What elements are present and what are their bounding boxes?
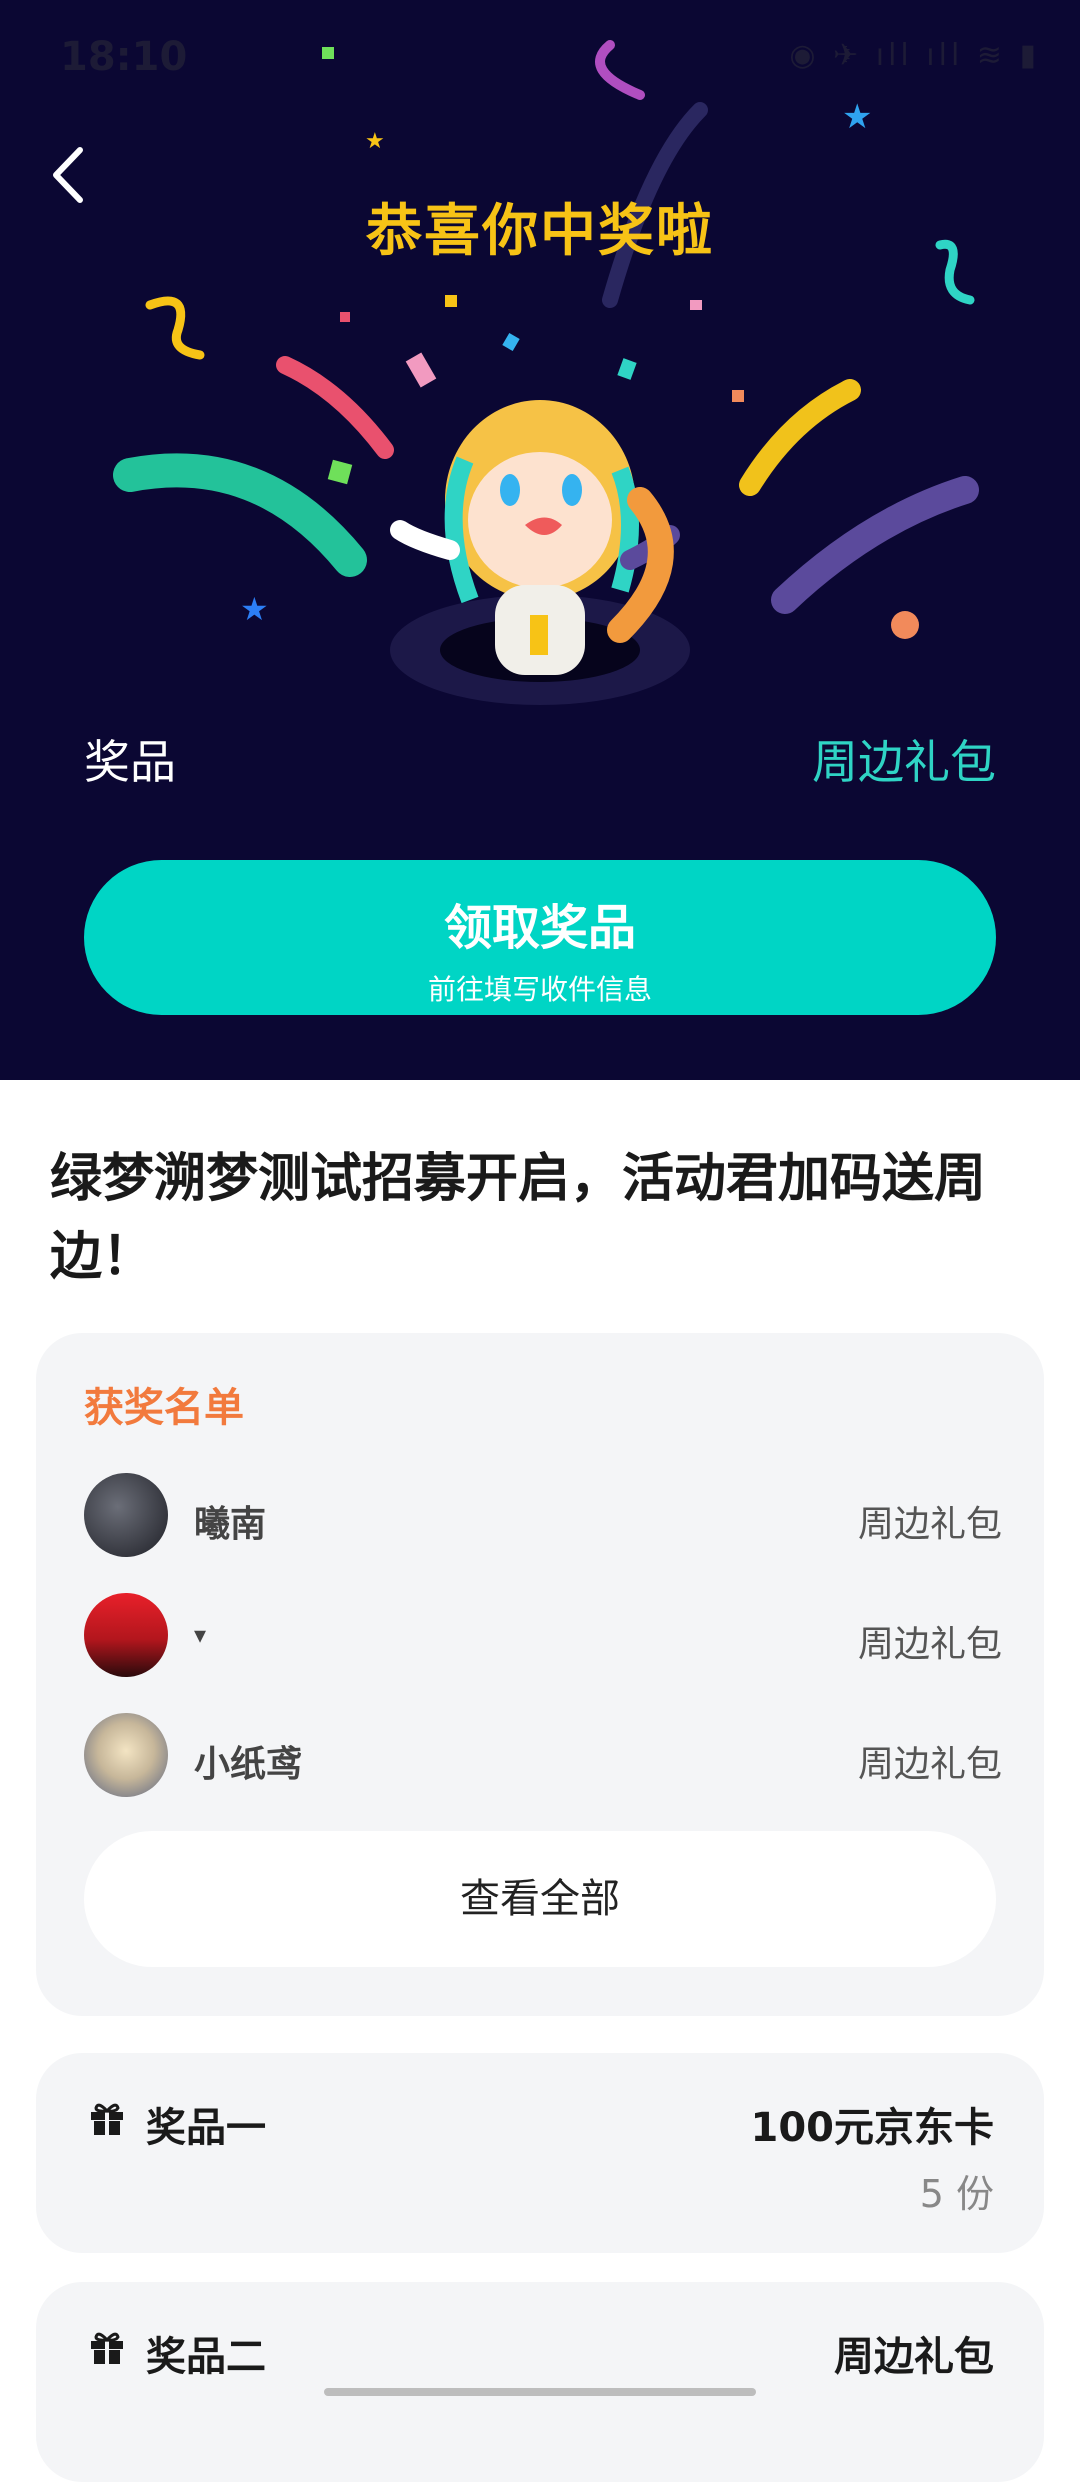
prize-value: 100元京东卡 bbox=[750, 2105, 995, 2151]
winners-card: 获奖名单 曦南 周边礼包 ▾ 周边礼包 小纸鸢 周边礼包 查看全部 bbox=[36, 1333, 1044, 2016]
gift-icon bbox=[91, 2103, 123, 2135]
avatar bbox=[84, 1713, 168, 1797]
prize-count: 5 份 bbox=[919, 2172, 994, 2216]
winner-prize: 周边礼包 bbox=[857, 1744, 1002, 1785]
svg-text:★: ★ bbox=[365, 129, 385, 154]
gift-icon bbox=[91, 2332, 123, 2364]
home-indicator[interactable] bbox=[324, 2388, 756, 2396]
status-bar: 18:10 ◉ ✈ ıll ıll ≋ ▮ bbox=[0, 0, 1080, 110]
hero-banner: ★ ★ ★ 18:10 ◉ ✈ ıll ıll ≋ ▮ 恭喜你中奖啦 奖品 周边… bbox=[0, 0, 1080, 1080]
avatar bbox=[84, 1473, 168, 1557]
prize-value: 周边礼包 bbox=[812, 735, 996, 789]
winner-name: 曦南 bbox=[194, 1504, 267, 1545]
activity-title: 绿梦溯梦测试招募开启，活动君加码送周边！ bbox=[50, 1149, 987, 1287]
winner-row: 小纸鸢 周边礼包 bbox=[84, 1713, 1002, 1799]
winner-name: 小纸鸢 bbox=[194, 1744, 303, 1785]
winner-row: 曦南 周边礼包 bbox=[84, 1473, 1002, 1559]
prize-card: 奖品二 周边礼包 bbox=[36, 2282, 1044, 2482]
claim-button-sublabel: 前往填写收件信息 bbox=[427, 973, 652, 1006]
view-all-button[interactable]: 查看全部 bbox=[84, 1831, 996, 1967]
winner-prize: 周边礼包 bbox=[857, 1504, 1002, 1545]
winners-heading: 获奖名单 bbox=[84, 1385, 244, 1431]
winner-prize: 周边礼包 bbox=[857, 1624, 1002, 1665]
avatar bbox=[84, 1593, 168, 1677]
prize-name: 奖品二 bbox=[146, 2334, 266, 2380]
prize-label: 奖品 bbox=[84, 735, 176, 789]
status-icons: ◉ ✈ ıll ıll ≋ ▮ bbox=[789, 38, 1040, 73]
prize-card: 奖品一 100元京东卡 5 份 bbox=[36, 2053, 1044, 2253]
winner-row: ▾ 周边礼包 bbox=[84, 1593, 1002, 1679]
prize-value: 周边礼包 bbox=[834, 2334, 994, 2380]
page-title: 恭喜你中奖啦 bbox=[366, 199, 714, 264]
claim-button-label: 领取奖品 bbox=[443, 900, 636, 956]
claim-prize-button[interactable]: 领取奖品 前往填写收件信息 bbox=[84, 860, 996, 1015]
winner-name: ▾ bbox=[194, 1621, 207, 1649]
svg-text:★: ★ bbox=[240, 590, 269, 628]
status-time: 18:10 bbox=[60, 34, 188, 80]
prize-name: 奖品一 bbox=[146, 2105, 266, 2151]
